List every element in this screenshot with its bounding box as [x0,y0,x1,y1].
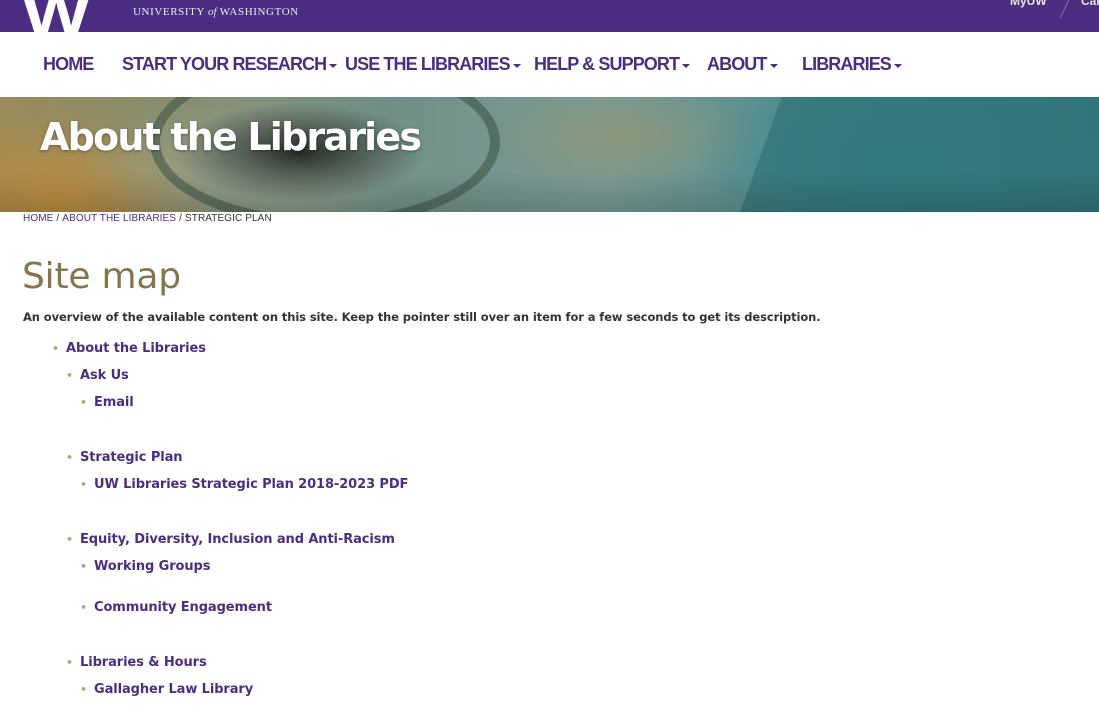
sitemap-item: • Libraries & Hours [66,653,207,671]
bullet-icon: • [80,682,88,696]
page-intro: An overview of the available content on … [23,310,821,324]
caret-down-icon [769,63,778,68]
sitemap-item: • Ask Us [66,366,129,384]
hero-title: About the Libraries [40,115,422,159]
bullet-icon: • [66,450,74,464]
bullet-icon: • [52,341,60,355]
nav-label: ABOUT [707,54,767,74]
bullet-icon: • [80,600,88,614]
sitemap-item: • UW Libraries Strategic Plan 2018-2023 … [80,475,408,493]
breadcrumb-current: STRATEGIC PLAN [184,213,272,224]
bullet-icon: • [80,395,88,409]
sitemap-link-strategic-plan[interactable]: Strategic Plan [80,450,183,465]
nav-label: LIBRARIES [802,54,892,74]
wordmark-washington: WASHINGTON [219,6,299,18]
top-link-divider [1059,0,1070,18]
wordmark-of: of [207,6,217,18]
breadcrumb-separator: / [179,213,182,224]
sitemap-link-community-engagement[interactable]: Community Engagement [94,600,272,615]
sitemap-item: • Community Engagement [80,598,272,616]
caret-down-icon [329,63,338,68]
sitemap-item: • About the Libraries [52,339,206,357]
sitemap-link-libraries-hours[interactable]: Libraries & Hours [80,655,207,670]
nav-item-use-the-libraries[interactable]: USE THE LIBRARIES [345,32,521,97]
sitemap-link-working-groups[interactable]: Working Groups [94,559,210,574]
nav-label: USE THE LIBRARIES [345,54,511,74]
uw-w-logo[interactable]: W [22,0,90,32]
wordmark-university: UNIVERSITY [133,6,205,18]
nav-item-start-your-research[interactable]: START YOUR RESEARCH [122,32,338,97]
sitemap-item: • Email [80,393,134,411]
sitemap-item: • Working Groups [80,557,210,575]
breadcrumb-separator: / [56,213,60,224]
hero-banner: About the Libraries [0,97,1099,212]
sitemap-item: • Equity, Diversity, Inclusion and Anti-… [66,530,395,548]
breadcrumb-home[interactable]: HOME [23,213,53,224]
nav-item-about[interactable]: ABOUT [707,32,778,97]
bullet-icon: • [80,477,88,491]
nav-label: HOME [43,54,94,74]
caret-down-icon [682,63,691,68]
main-nav: HOME START YOUR RESEARCH USE THE LIBRARI… [0,32,1099,98]
caret-down-icon [893,63,902,68]
sitemap-link-ask-us[interactable]: Ask Us [80,368,129,383]
breadcrumb: HOME / ABOUT THE LIBRARIES / STRATEGIC PLAN [23,213,272,224]
top-bar: W UNIVERSITY of WASHINGTON MyUW Cal [0,0,1099,32]
bullet-icon: • [66,532,74,546]
top-link-calendar[interactable]: Cal [1081,0,1099,8]
caret-down-icon [512,63,521,68]
nav-item-home[interactable]: HOME [43,32,94,97]
sitemap-link-about-the-libraries[interactable]: About the Libraries [66,341,206,356]
sitemap-link-email[interactable]: Email [94,395,134,410]
nav-item-help-support[interactable]: HELP & SUPPORT [534,32,691,97]
nav-label: START YOUR RESEARCH [122,54,327,74]
breadcrumb-about-the-libraries[interactable]: ABOUT THE LIBRARIES [62,213,176,224]
page-title: Site map [22,256,181,297]
nav-item-libraries[interactable]: LIBRARIES [802,32,902,97]
nav-label: HELP & SUPPORT [534,54,680,74]
bullet-icon: • [66,655,74,669]
bullet-icon: • [80,559,88,573]
sitemap-link-gallagher-law-library[interactable]: Gallagher Law Library [94,682,253,697]
uw-wordmark[interactable]: UNIVERSITY of WASHINGTON [133,6,299,18]
sitemap-link-strategic-plan-pdf[interactable]: UW Libraries Strategic Plan 2018-2023 PD… [94,477,408,492]
sitemap-link-edi-anti-racism[interactable]: Equity, Diversity, Inclusion and Anti-Ra… [80,532,395,547]
sitemap-item: • Gallagher Law Library [80,680,253,698]
bullet-icon: • [66,368,74,382]
sitemap-item: • Strategic Plan [66,448,183,466]
hero-shade [0,172,1099,212]
top-link-myuw[interactable]: MyUW [1010,0,1047,8]
